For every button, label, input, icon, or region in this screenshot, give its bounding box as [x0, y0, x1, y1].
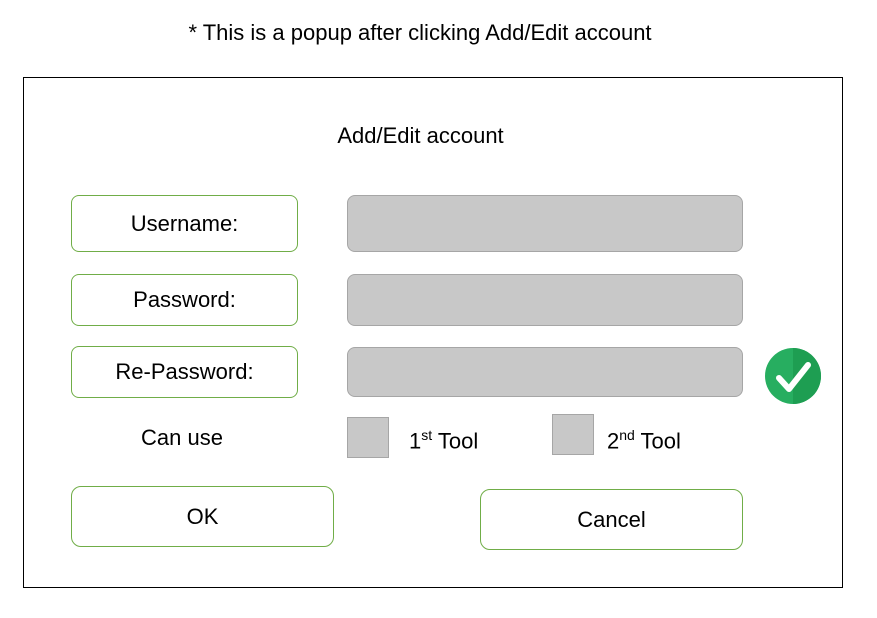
tool-2-checkbox[interactable] — [552, 414, 594, 455]
add-edit-account-dialog: Add/Edit account Username: Password: Re-… — [23, 77, 843, 588]
dialog-title: Add/Edit account — [337, 123, 504, 148]
tool-1-label: 1st Tool — [409, 427, 478, 454]
ok-button[interactable]: OK — [71, 486, 334, 547]
tool-1-label-text: Tool — [432, 428, 479, 454]
tool-1-label-number: 1 — [409, 428, 422, 454]
annotation-note: * This is a popup after clicking Add/Edi… — [188, 20, 652, 45]
tool-1-label-suffix: st — [421, 427, 433, 443]
tool-2-label-suffix: nd — [619, 427, 635, 443]
password-label: Password: — [71, 274, 298, 326]
can-use-label: Can use — [141, 425, 223, 450]
tool-2-label-text: Tool — [634, 428, 681, 454]
tool-2-label: 2nd Tool — [607, 427, 681, 454]
check-circle-icon — [765, 348, 821, 404]
repassword-label: Re-Password: — [71, 346, 298, 398]
tool-2-label-number: 2 — [607, 428, 620, 454]
tool-1-checkbox[interactable] — [347, 417, 389, 458]
username-label: Username: — [71, 195, 298, 252]
username-input[interactable] — [347, 195, 743, 252]
cancel-button[interactable]: Cancel — [480, 489, 743, 550]
password-input[interactable] — [347, 274, 743, 326]
repassword-input[interactable] — [347, 347, 743, 397]
